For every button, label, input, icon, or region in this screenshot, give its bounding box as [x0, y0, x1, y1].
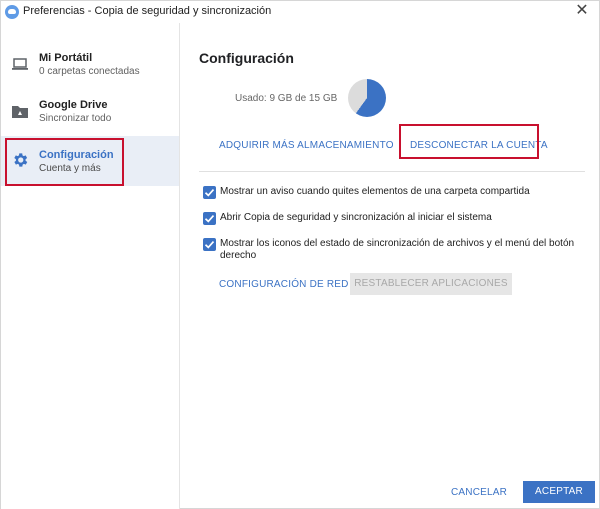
window-title: Preferencias - Copia de seguridad y sinc…: [23, 5, 272, 17]
storage-usage-text: Usado: 9 GB de 15 GB: [235, 93, 338, 104]
checkbox-checked[interactable]: [203, 238, 216, 251]
cancel-button[interactable]: CANCELAR: [451, 487, 507, 498]
backup-sync-app-icon: [5, 5, 19, 19]
drive-folder-icon: [12, 106, 28, 118]
check-icon: [204, 241, 215, 249]
sidebar-item-title: Google Drive: [39, 99, 108, 111]
divider: [199, 171, 585, 172]
sidebar-item-subtitle: 0 carpetas conectadas: [39, 66, 140, 77]
option-label: Mostrar los iconos del estado de sincron…: [220, 238, 575, 261]
sidebar-item-title: Mi Portátil: [39, 52, 93, 64]
preferences-window: Preferencias - Copia de seguridad y sinc…: [0, 0, 600, 509]
network-settings-button[interactable]: CONFIGURACIÓN DE RED: [219, 279, 349, 290]
highlight-box-disconnect: [399, 124, 539, 159]
page-title: Configuración: [199, 50, 294, 66]
option-label: Mostrar un aviso cuando quites elementos…: [220, 186, 530, 197]
accept-button[interactable]: ACEPTAR: [523, 481, 595, 503]
title-bar: Preferencias - Copia de seguridad y sinc…: [1, 1, 599, 23]
laptop-icon: [12, 58, 28, 70]
close-icon[interactable]: ✕: [573, 2, 591, 20]
option-notify-shared-removal[interactable]: Mostrar un aviso cuando quites elementos…: [203, 186, 575, 200]
sidebar-item-google-drive[interactable]: Google Drive Sincronizar todo: [1, 89, 179, 139]
main-panel: Configuración Usado: 9 GB de 15 GB ADQUI…: [181, 23, 599, 509]
reset-apps-button: RESTABLECER APLICACIONES: [350, 273, 512, 295]
sidebar: Mi Portátil 0 carpetas conectadas Google…: [1, 23, 180, 509]
sidebar-item-subtitle: Sincronizar todo: [39, 113, 112, 124]
check-icon: [204, 215, 215, 223]
highlight-box-configuracion: [5, 138, 124, 186]
storage-pie-chart: [348, 79, 386, 117]
check-icon: [204, 189, 215, 197]
option-show-sync-icons[interactable]: Mostrar los iconos del estado de sincron…: [203, 238, 575, 264]
checkbox-checked[interactable]: [203, 186, 216, 199]
buy-storage-button[interactable]: ADQUIRIR MÁS ALMACENAMIENTO: [219, 140, 394, 151]
checkbox-checked[interactable]: [203, 212, 216, 225]
option-label: Abrir Copia de seguridad y sincronizació…: [220, 212, 492, 223]
option-open-at-startup[interactable]: Abrir Copia de seguridad y sincronizació…: [203, 212, 575, 226]
